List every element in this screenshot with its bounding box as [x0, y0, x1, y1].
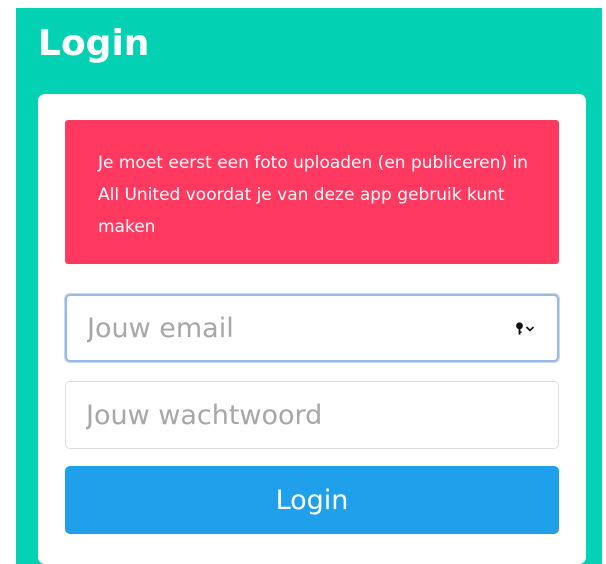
password-field[interactable]	[65, 381, 559, 449]
chevron-down-icon	[525, 326, 535, 332]
key-icon	[516, 322, 523, 335]
error-alert: Je moet eerst een foto uploaden (en publ…	[65, 120, 559, 264]
page-title: Login	[38, 23, 150, 64]
login-button[interactable]: Login	[65, 466, 559, 534]
email-field[interactable]	[65, 294, 559, 362]
login-screen: Login Je moet eerst een foto uploaden (e…	[16, 8, 602, 564]
login-card: Je moet eerst een foto uploaden (en publ…	[38, 94, 586, 564]
password-autofill-button[interactable]	[515, 321, 537, 337]
